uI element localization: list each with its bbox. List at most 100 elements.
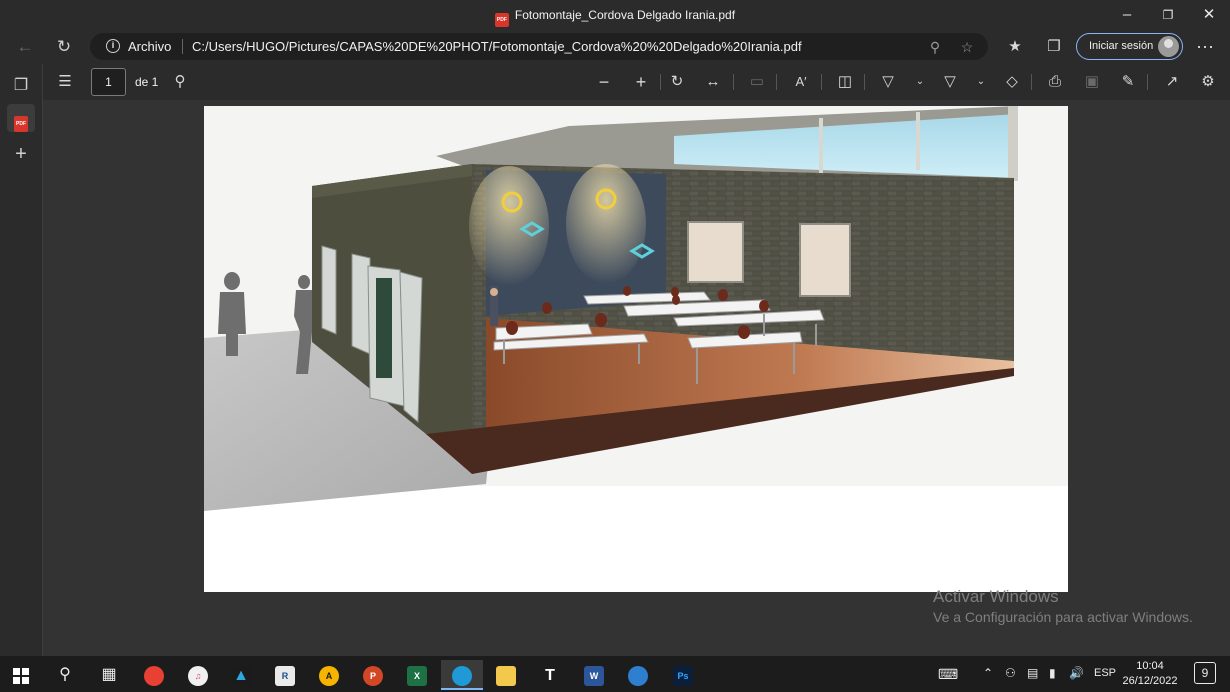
- itunes-icon: ♫: [188, 665, 208, 686]
- refresh-button[interactable]: ↻: [51, 34, 77, 60]
- start-button[interactable]: [0, 660, 42, 690]
- power-icon[interactable]: ▮: [1049, 666, 1056, 680]
- autodesk-icon: ▲: [231, 665, 251, 686]
- taskbar-app-chrome[interactable]: [133, 660, 175, 690]
- new-tab-icon[interactable]: +: [7, 140, 35, 168]
- taskbar-app-itunes[interactable]: ♫: [177, 660, 219, 690]
- taskbar-app-word[interactable]: W: [573, 660, 615, 690]
- eraser-icon[interactable]: ◇: [999, 69, 1025, 95]
- taskbar-app-photoshop[interactable]: Ps: [662, 660, 704, 690]
- find-icon[interactable]: ⚲: [167, 69, 193, 95]
- window-title: PDF Fotomontaje_Cordova Delgado Irania.pd…: [0, 8, 1230, 27]
- word-icon: W: [584, 665, 604, 686]
- revit-icon: R: [275, 665, 295, 686]
- taskbar-app-powerpoint[interactable]: P: [352, 660, 394, 690]
- settings-gear-icon[interactable]: ⚙: [1195, 69, 1221, 95]
- minimize-button[interactable]: –: [1115, 4, 1139, 26]
- more-options-icon[interactable]: ⋯: [1192, 34, 1218, 60]
- edge-icon: [452, 665, 472, 686]
- toolbar-divider: [776, 74, 777, 90]
- draw-options-chevron-icon[interactable]: ⌄: [907, 69, 933, 95]
- signin-button[interactable]: Iniciar sesión: [1076, 33, 1183, 60]
- url-text[interactable]: C:/Users/HUGO/Pictures/CAPAS%20DE%20PHOT…: [192, 39, 802, 54]
- close-button[interactable]: ✕: [1197, 4, 1221, 26]
- taskbar-app-autocad[interactable]: A: [308, 660, 350, 690]
- highlight-options-chevron-icon[interactable]: ⌄: [968, 69, 994, 95]
- url-field[interactable]: i Archivo C:/Users/HUGO/Pictures/CAPAS%2…: [90, 33, 988, 60]
- taskbar-app-edge[interactable]: [441, 660, 483, 690]
- page-view-icon: ▭: [749, 73, 765, 90]
- volume-icon[interactable]: 🔊: [1069, 666, 1084, 680]
- task-view-icon[interactable]: ▦: [88, 660, 130, 690]
- activation-watermark-subtitle: Ve a Configuración para activar Windows.: [933, 609, 1193, 625]
- taskbar-app-edge-beta[interactable]: [617, 660, 659, 690]
- edge-beta-icon: [628, 665, 648, 686]
- typora-icon: T: [540, 665, 560, 686]
- zoom-icon[interactable]: ⚲: [924, 36, 946, 58]
- pdf-toolbar: ☰ 1 de 1 ⚲ − + ↻ ↔ ▭ A′ ◫ ▽ ⌄ ▽ ⌄ ◇ ⎙ ▣ …: [43, 64, 1230, 100]
- taskbar-app-revit[interactable]: R: [264, 660, 306, 690]
- url-divider: [182, 39, 183, 54]
- clock-time: 10:04: [1136, 660, 1164, 672]
- fullscreen-icon[interactable]: ↗: [1159, 69, 1185, 95]
- site-label: Archivo: [128, 39, 172, 54]
- contents-icon[interactable]: ☰: [52, 69, 78, 95]
- keyboard-icon[interactable]: ⌨: [938, 666, 958, 683]
- toolbar-divider: [1031, 74, 1032, 90]
- windows-logo-icon: [13, 667, 29, 684]
- chrome-icon: [144, 665, 164, 686]
- taskbar-app-excel[interactable]: X: [396, 660, 438, 690]
- zoom-out-icon[interactable]: −: [591, 69, 617, 95]
- rotate-icon[interactable]: ↻: [664, 69, 690, 95]
- toolbar-divider: [821, 74, 822, 90]
- print-icon[interactable]: ⎙: [1042, 69, 1068, 95]
- tab-pdf[interactable]: PDF: [7, 104, 35, 132]
- notifications-icon[interactable]: 9: [1194, 662, 1216, 684]
- page-count: de 1: [135, 75, 159, 89]
- tab-actions-icon[interactable]: ❐: [7, 72, 35, 100]
- taskbar-app-autodesk[interactable]: ▲: [220, 660, 262, 690]
- read-aloud-icon[interactable]: A′: [788, 69, 814, 95]
- page-number-input[interactable]: 1: [91, 68, 126, 96]
- notification-count: 9: [1201, 666, 1209, 680]
- clock-date: 26/12/2022: [1122, 675, 1178, 687]
- autocad-icon: A: [319, 665, 339, 686]
- save-as-icon[interactable]: ✎: [1115, 69, 1141, 95]
- toolbar-divider: [733, 74, 734, 90]
- signin-label: Iniciar sesión: [1089, 40, 1154, 52]
- show-hidden-icons-chevron-icon[interactable]: ⌃: [983, 666, 993, 680]
- powerpoint-icon: P: [363, 665, 383, 686]
- taskbar-app-file-explorer[interactable]: [485, 660, 527, 690]
- back-button[interactable]: ←: [12, 34, 38, 60]
- tab-sidebar: ❐ PDF +: [0, 64, 43, 656]
- collections-icon[interactable]: ❐: [1041, 34, 1067, 60]
- maximize-button[interactable]: ❐: [1156, 4, 1180, 26]
- taskbar-app-typora[interactable]: T: [529, 660, 571, 690]
- pdf-viewer[interactable]: Activar Windows Ve a Configuración para …: [43, 100, 1230, 656]
- photoshop-icon: Ps: [673, 665, 693, 686]
- info-icon[interactable]: i: [106, 39, 120, 53]
- toolbar-divider: [864, 74, 865, 90]
- favorites-icon[interactable]: ★: [1002, 34, 1028, 60]
- add-favorite-icon[interactable]: ☆: [956, 36, 978, 58]
- address-bar: ← ↻ i Archivo C:/Users/HUGO/Pictures/CAP…: [0, 30, 1230, 64]
- highlight-icon[interactable]: ▽: [937, 69, 963, 95]
- toolbar-divider: [660, 74, 661, 90]
- fit-page-icon[interactable]: ↔: [700, 69, 726, 95]
- bluetooth-icon[interactable]: ⚇: [1005, 666, 1016, 680]
- activation-watermark-title: Activar Windows: [933, 587, 1059, 606]
- pdf-file-icon: PDF: [494, 13, 509, 27]
- pdf-tab-icon: PDF: [14, 116, 28, 132]
- pdf-page: [204, 106, 1068, 592]
- text-box-icon[interactable]: ◫: [832, 69, 858, 95]
- title-bar: PDF Fotomontaje_Cordova Delgado Irania.pd…: [0, 0, 1230, 30]
- save-icon: ▣: [1084, 73, 1100, 90]
- draw-icon[interactable]: ▽: [875, 69, 901, 95]
- excel-icon: X: [407, 665, 427, 686]
- language-indicator[interactable]: ESP: [1094, 667, 1116, 679]
- zoom-in-icon[interactable]: +: [628, 69, 654, 95]
- network-icon[interactable]: ▤: [1027, 666, 1038, 680]
- search-icon[interactable]: ⚲: [44, 660, 86, 690]
- taskbar-clock[interactable]: 10:04 26/12/2022: [1120, 659, 1180, 689]
- taskbar: ⚲ ▦ ♫ ▲ R A P X T W Ps ⌨ ⌃ ⚇ ▤ ▮ 🔊 ESP 1…: [0, 656, 1230, 692]
